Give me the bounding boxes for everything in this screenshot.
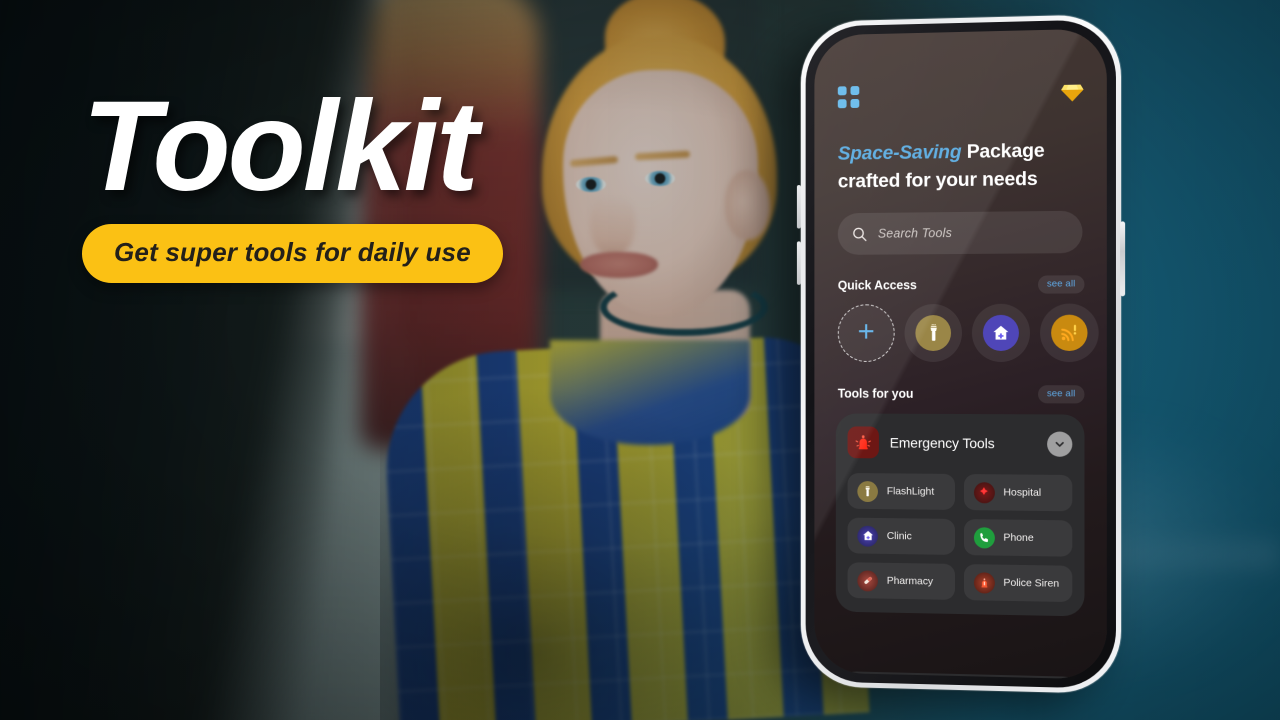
quick-access-see-all[interactable]: see all (1037, 275, 1085, 294)
phone-screen: Space-Saving Package crafted for your ne… (814, 28, 1107, 680)
diamond-gem-icon[interactable] (1060, 82, 1084, 103)
tool-chip-clinic[interactable]: Clinic (847, 517, 955, 555)
quick-access-item-clinic[interactable] (971, 303, 1030, 363)
wifi-alert-icon (1051, 314, 1088, 351)
search-input[interactable]: Search Tools (837, 210, 1083, 255)
pharmacy-pill-icon (857, 569, 878, 592)
tool-chip-flashlight[interactable]: FlashLight (847, 472, 955, 510)
plus-icon: + (857, 314, 875, 348)
poster-scene: Toolkit Get super tools for daily use Sp… (0, 0, 1280, 720)
toolkit-app: Space-Saving Package crafted for your ne… (814, 28, 1107, 680)
chevron-down-icon[interactable] (1047, 431, 1073, 457)
poster-headline-block: Toolkit Get super tools for daily use (82, 75, 642, 283)
quick-access-item-wifi-alert[interactable] (1040, 303, 1099, 363)
volume-down-button[interactable] (796, 241, 801, 285)
grid-apps-icon[interactable] (837, 86, 860, 109)
quick-access-add-button[interactable]: + (837, 304, 895, 362)
app-heading: Space-Saving Package crafted for your ne… (838, 137, 1083, 196)
tool-chip-label: Clinic (886, 530, 912, 543)
hospital-cross-icon (973, 481, 995, 503)
search-placeholder: Search Tools (877, 226, 952, 241)
phone-bezel: Space-Saving Package crafted for your ne… (805, 19, 1116, 689)
tool-chip-label: Pharmacy (886, 574, 934, 588)
tools-for-you-header: Tools for you see all (838, 385, 1085, 404)
flashlight-icon (857, 480, 878, 502)
volume-up-button[interactable] (796, 185, 801, 229)
tool-chip-label: Police Siren (1003, 576, 1060, 590)
poster-tagline-badge: Get super tools for daily use (82, 223, 503, 283)
clinic-house-icon (857, 525, 878, 547)
tools-for-you-title: Tools for you (837, 386, 914, 401)
phone-mockup: Space-Saving Package crafted for your ne… (796, 13, 1126, 695)
quick-access-item-flashlight[interactable] (904, 303, 962, 363)
emergency-siren-icon (847, 426, 879, 459)
flashlight-icon (915, 315, 952, 352)
quick-access-header: Quick Access see all (838, 275, 1085, 294)
clinic-house-icon (982, 314, 1019, 351)
quick-access-title: Quick Access (837, 278, 917, 293)
quick-access-row: + (837, 301, 1107, 364)
tool-chip-label: FlashLight (886, 485, 935, 498)
tool-chip-label: Phone (1003, 531, 1034, 545)
tool-chip-police-siren[interactable]: Police Siren (963, 564, 1073, 603)
tool-chip-phone[interactable]: Phone (963, 519, 1073, 557)
poster-title: Toolkit (82, 75, 479, 218)
app-heading-line2: crafted for your needs (837, 167, 1038, 193)
card-emergency-tools-grid: FlashLight Hospital Clinic Phone Pharmac… (847, 472, 1073, 603)
power-button[interactable] (1120, 221, 1126, 297)
phone-call-icon (973, 526, 995, 549)
card-emergency-tools-header[interactable]: Emergency Tools (847, 426, 1073, 460)
card-wifi-utilities: Wifi Utilities (835, 671, 1085, 680)
tool-chip-hospital[interactable]: Hospital (963, 474, 1073, 512)
app-top-bar (837, 81, 1085, 109)
tools-for-you-see-all[interactable]: see all (1037, 385, 1085, 404)
app-heading-accent: Space-Saving (837, 140, 962, 165)
tool-chip-pharmacy[interactable]: Pharmacy (847, 562, 955, 600)
police-siren-icon (973, 571, 995, 594)
card-emergency-tools-title: Emergency Tools (889, 434, 995, 452)
tool-chip-label: Hospital (1003, 486, 1042, 499)
app-heading-rest: Package (961, 139, 1045, 163)
card-emergency-tools: Emergency Tools FlashLight Hospital Clin… (835, 413, 1085, 617)
search-icon (852, 226, 867, 241)
